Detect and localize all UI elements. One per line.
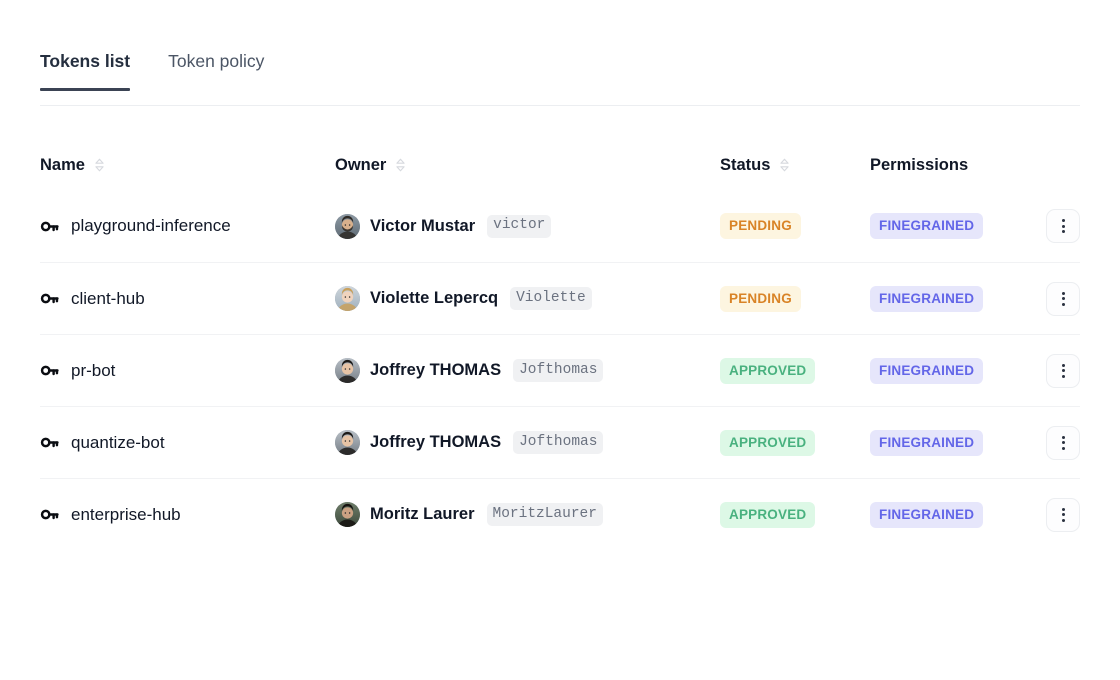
cell-permissions: FINEGRAINED (870, 502, 1020, 528)
owner-handle-chip: Violette (510, 287, 592, 310)
cell-token-name: client-hub (40, 288, 335, 310)
key-icon (40, 505, 59, 524)
column-header-name[interactable]: Name (40, 155, 335, 175)
table-row[interactable]: playground-inference Victor Mustar victo… (40, 190, 1080, 262)
column-header-name-label: Name (40, 155, 85, 175)
permissions-badge: FINEGRAINED (870, 358, 983, 384)
row-overflow-menu-icon[interactable] (1046, 209, 1080, 243)
status-badge: APPROVED (720, 502, 815, 528)
cell-owner: Joffrey THOMAS Jofthomas (335, 430, 720, 455)
permissions-badge: FINEGRAINED (870, 502, 983, 528)
cell-actions (1020, 282, 1080, 316)
three-dots-vertical-icon (1062, 364, 1065, 378)
column-header-status-label: Status (720, 155, 770, 175)
cell-status: APPROVED (720, 502, 870, 528)
three-dots-vertical-icon (1062, 292, 1065, 306)
table-row[interactable]: quantize-bot Joffrey THOMAS Jofthomas AP… (40, 406, 1080, 478)
row-overflow-menu-icon[interactable] (1046, 354, 1080, 388)
cell-status: APPROVED (720, 358, 870, 384)
column-header-permissions-label: Permissions (870, 155, 968, 175)
tokens-table: Name Owner Status (40, 140, 1080, 550)
tab-token-policy[interactable]: Token policy (168, 44, 264, 90)
tab-bar: Tokens list Token policy (40, 44, 1080, 106)
owner-name-label: Victor Mustar (370, 216, 475, 237)
column-header-status[interactable]: Status (720, 155, 870, 175)
token-name-label: pr-bot (71, 360, 115, 382)
cell-actions (1020, 354, 1080, 388)
owner-handle-chip: MoritzLaurer (487, 503, 603, 526)
key-icon (40, 361, 59, 380)
three-dots-vertical-icon (1062, 219, 1065, 233)
avatar (335, 358, 360, 383)
cell-token-name: pr-bot (40, 360, 335, 382)
table-body: playground-inference Victor Mustar victo… (40, 190, 1080, 550)
owner-name-label: Violette Lepercq (370, 288, 498, 309)
owner-name-label: Joffrey THOMAS (370, 432, 501, 453)
avatar (335, 286, 360, 311)
row-overflow-menu-icon[interactable] (1046, 426, 1080, 460)
owner-handle-chip: Jofthomas (513, 359, 603, 382)
cell-owner: Moritz Laurer MoritzLaurer (335, 502, 720, 527)
cell-actions (1020, 498, 1080, 532)
avatar (335, 430, 360, 455)
key-icon (40, 433, 59, 452)
owner-handle-chip: Jofthomas (513, 431, 603, 454)
table-header-row: Name Owner Status (40, 140, 1080, 190)
tab-tokens-list-label: Tokens list (40, 51, 130, 71)
cell-actions (1020, 426, 1080, 460)
status-badge: APPROVED (720, 358, 815, 384)
cell-status: PENDING (720, 213, 870, 239)
row-overflow-menu-icon[interactable] (1046, 498, 1080, 532)
cell-token-name: quantize-bot (40, 432, 335, 454)
tab-tokens-list[interactable]: Tokens list (40, 44, 130, 90)
column-header-owner-label: Owner (335, 155, 386, 175)
cell-owner: Joffrey THOMAS Jofthomas (335, 358, 720, 383)
cell-token-name: playground-inference (40, 215, 335, 237)
key-icon (40, 217, 59, 236)
avatar (335, 214, 360, 239)
token-name-label: quantize-bot (71, 432, 165, 454)
three-dots-vertical-icon (1062, 436, 1065, 450)
owner-name-label: Joffrey THOMAS (370, 360, 501, 381)
cell-status: PENDING (720, 286, 870, 312)
cell-actions (1020, 209, 1080, 243)
table-row[interactable]: client-hub Violette Lepercq Violette PEN… (40, 262, 1080, 334)
sort-chevrons-icon[interactable] (94, 156, 105, 174)
cell-owner: Victor Mustar victor (335, 214, 720, 239)
status-badge: PENDING (720, 213, 801, 239)
token-name-label: client-hub (71, 288, 145, 310)
three-dots-vertical-icon (1062, 508, 1065, 522)
sort-chevrons-icon[interactable] (779, 156, 790, 174)
avatar (335, 502, 360, 527)
column-header-owner[interactable]: Owner (335, 155, 720, 175)
cell-permissions: FINEGRAINED (870, 286, 1020, 312)
table-row[interactable]: enterprise-hub Moritz Laurer MoritzLaure… (40, 478, 1080, 550)
table-row[interactable]: pr-bot Joffrey THOMAS Jofthomas APPROVED… (40, 334, 1080, 406)
permissions-badge: FINEGRAINED (870, 286, 983, 312)
owner-handle-chip: victor (487, 215, 551, 238)
token-name-label: enterprise-hub (71, 504, 181, 526)
key-icon (40, 289, 59, 308)
permissions-badge: FINEGRAINED (870, 213, 983, 239)
sort-chevrons-icon[interactable] (395, 156, 406, 174)
cell-token-name: enterprise-hub (40, 504, 335, 526)
tab-token-policy-label: Token policy (168, 51, 264, 71)
row-overflow-menu-icon[interactable] (1046, 282, 1080, 316)
permissions-badge: FINEGRAINED (870, 430, 983, 456)
cell-status: APPROVED (720, 430, 870, 456)
tokens-page: Tokens list Token policy Name Owner (0, 0, 1120, 680)
status-badge: APPROVED (720, 430, 815, 456)
owner-name-label: Moritz Laurer (370, 504, 475, 525)
cell-permissions: FINEGRAINED (870, 430, 1020, 456)
token-name-label: playground-inference (71, 215, 231, 237)
cell-owner: Violette Lepercq Violette (335, 286, 720, 311)
cell-permissions: FINEGRAINED (870, 213, 1020, 239)
column-header-permissions: Permissions (870, 155, 1020, 175)
status-badge: PENDING (720, 286, 801, 312)
cell-permissions: FINEGRAINED (870, 358, 1020, 384)
